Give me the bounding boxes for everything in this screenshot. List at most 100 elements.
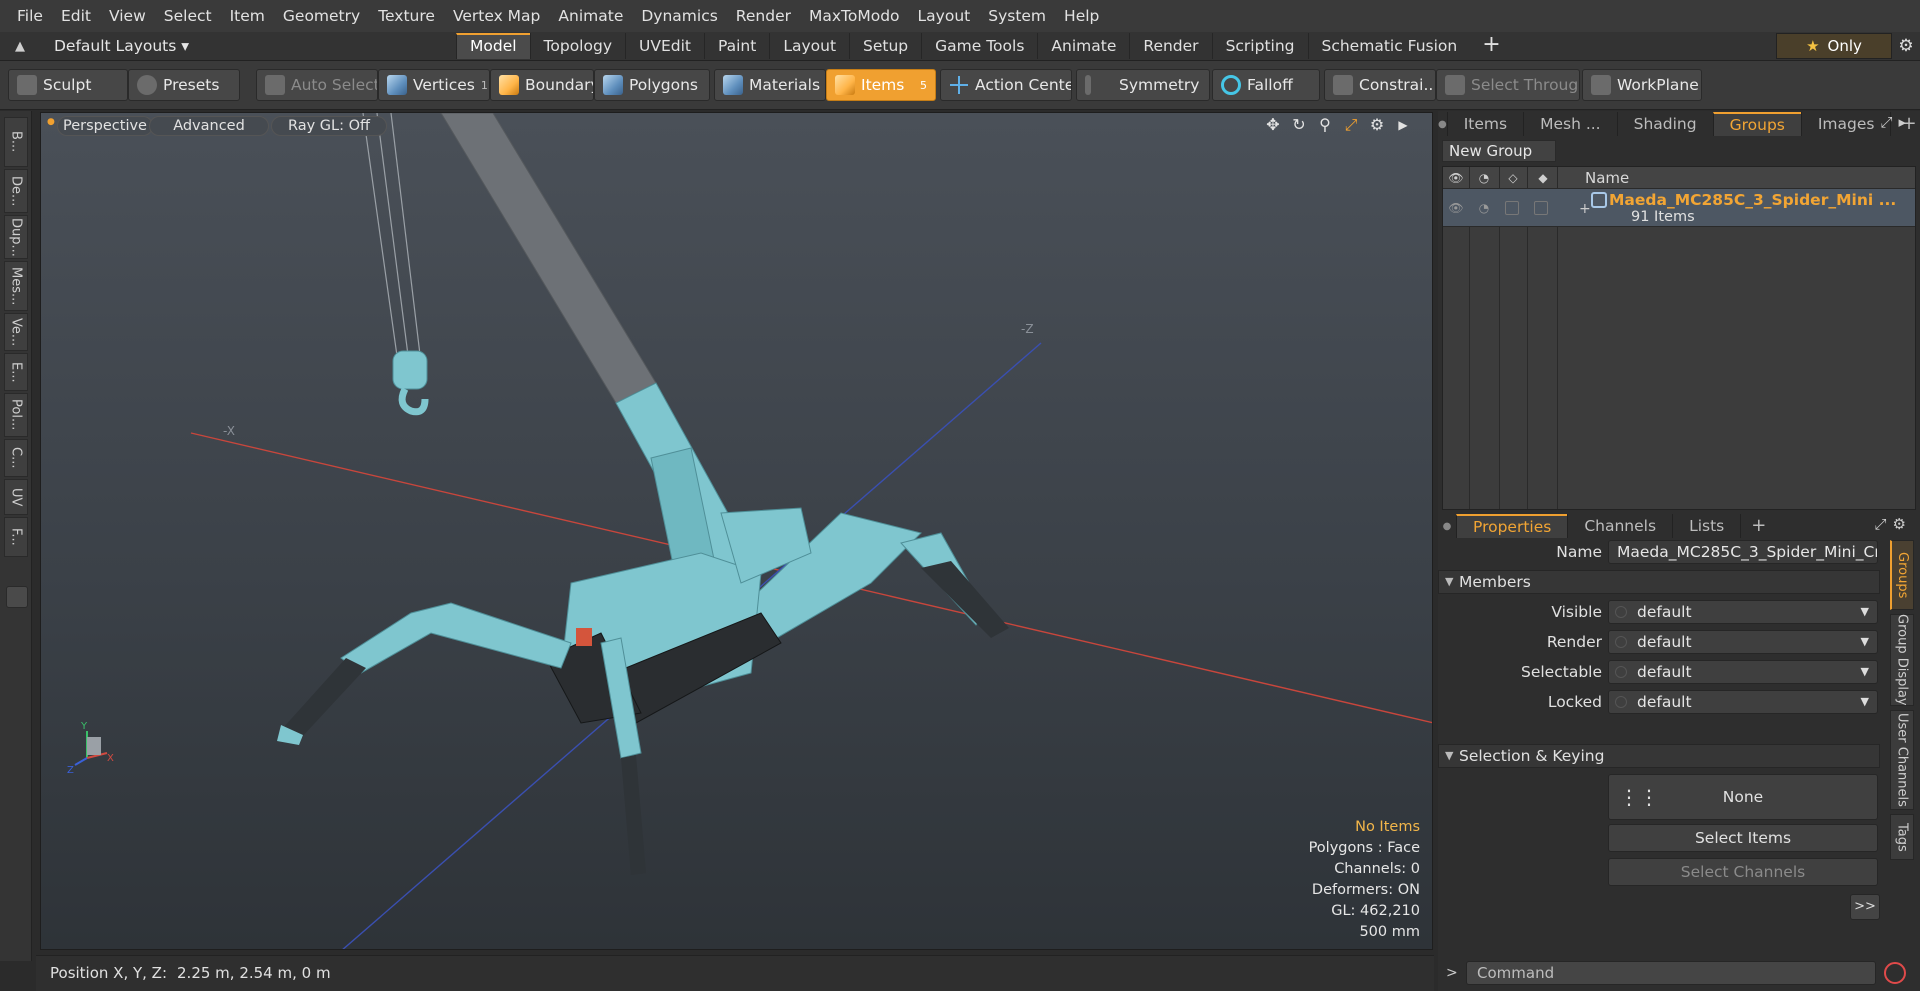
prop-dropdown-selectable[interactable]: default ▼ bbox=[1608, 660, 1878, 684]
prop-radio-icon[interactable] bbox=[1615, 636, 1627, 648]
vertices-button[interactable]: Vertices 1 bbox=[378, 69, 490, 101]
none-selection-button[interactable]: ⋮⋮ None bbox=[1608, 774, 1878, 820]
props-tab-channels[interactable]: Channels bbox=[1567, 514, 1672, 538]
polygons-button[interactable]: Polygons bbox=[594, 69, 710, 101]
visibility-eye-icon[interactable]: 👁 bbox=[1446, 169, 1466, 187]
group-row[interactable]: 👁 ◔ + Maeda_MC285C_3_Spider_Mini ... 91 … bbox=[1443, 189, 1915, 227]
action-center-button[interactable]: Action Center bbox=[940, 69, 1072, 101]
members-section[interactable]: ▼ Members bbox=[1438, 570, 1880, 594]
left-tab-2[interactable]: De... bbox=[4, 169, 28, 213]
prop-radio-icon[interactable] bbox=[1615, 666, 1627, 678]
more-button[interactable]: >> bbox=[1850, 894, 1880, 920]
menu-item-file[interactable]: File bbox=[8, 0, 52, 32]
tab-schematic-fusion[interactable]: Schematic Fusion bbox=[1307, 33, 1471, 59]
pan-icon[interactable]: ✥ bbox=[1263, 115, 1283, 135]
perspective-dropdown[interactable]: Perspective bbox=[57, 116, 153, 136]
collapse-arrow-icon[interactable]: ▲ bbox=[0, 39, 40, 54]
menu-item-item[interactable]: Item bbox=[221, 0, 274, 32]
menu-item-select[interactable]: Select bbox=[155, 0, 221, 32]
workplane-button[interactable]: WorkPlane bbox=[1582, 69, 1702, 101]
props-tab-properties[interactable]: Properties bbox=[1456, 514, 1568, 538]
boundary-button[interactable]: Boundary bbox=[490, 69, 594, 101]
panel-tab-groups[interactable]: Groups bbox=[1712, 112, 1801, 136]
menu-item-animate[interactable]: Animate bbox=[549, 0, 632, 32]
left-tab-1[interactable]: B... bbox=[4, 117, 28, 167]
panel-expand-icons[interactable]: ⤢▸ bbox=[1880, 113, 1912, 131]
menu-item-edit[interactable]: Edit bbox=[52, 0, 100, 32]
only-button[interactable]: ★ Only bbox=[1776, 33, 1892, 59]
selectable-cube-icon[interactable]: ◇ bbox=[1503, 169, 1523, 187]
falloff-button[interactable]: Falloff bbox=[1212, 69, 1320, 101]
tab-setup[interactable]: Setup bbox=[849, 33, 921, 59]
select-items-button[interactable]: Select Items bbox=[1608, 824, 1878, 852]
row-eye-icon[interactable]: 👁 bbox=[1446, 199, 1466, 217]
menu-item-view[interactable]: View bbox=[100, 0, 155, 32]
menu-item-layout[interactable]: Layout bbox=[909, 0, 980, 32]
side-tab-groups[interactable]: Groups bbox=[1890, 540, 1914, 610]
locked-cube-icon[interactable]: ◆ bbox=[1533, 169, 1553, 187]
rotate-icon[interactable]: ↻ bbox=[1289, 115, 1309, 135]
select-channels-button[interactable]: Select Channels bbox=[1608, 858, 1878, 886]
side-tab-tags[interactable]: Tags bbox=[1890, 814, 1914, 860]
left-tab-3[interactable]: Dup... bbox=[4, 215, 28, 259]
tab-render[interactable]: Render bbox=[1129, 33, 1211, 59]
left-tab-7[interactable]: Pol... bbox=[4, 393, 28, 437]
maximize-icon[interactable]: ⤢ bbox=[1341, 115, 1361, 135]
prop-dropdown-locked[interactable]: default ▼ bbox=[1608, 690, 1878, 714]
row-selectable-checkbox[interactable] bbox=[1505, 201, 1519, 215]
menu-item-dynamics[interactable]: Dynamics bbox=[632, 0, 726, 32]
tab-model[interactable]: Model bbox=[456, 33, 530, 59]
viewport-menu-dot-icon[interactable]: ● bbox=[47, 117, 55, 127]
stop-icon[interactable] bbox=[1884, 962, 1906, 984]
panel-tab-images[interactable]: Images bbox=[1800, 112, 1891, 136]
3d-viewport[interactable]: -X -Z Y X Z ● Perspective Advanced Ray G… bbox=[40, 112, 1433, 950]
tab-layout[interactable]: Layout bbox=[769, 33, 849, 59]
menu-item-vertex-map[interactable]: Vertex Map bbox=[444, 0, 549, 32]
prop-radio-icon[interactable] bbox=[1615, 696, 1627, 708]
prop-dropdown-render[interactable]: default ▼ bbox=[1608, 630, 1878, 654]
default-layouts-dropdown[interactable]: Default Layouts ▾ bbox=[40, 37, 250, 55]
new-group-button[interactable]: New Group bbox=[1442, 140, 1556, 162]
materials-button[interactable]: Materials bbox=[714, 69, 826, 101]
add-layout-tab-button[interactable]: + bbox=[1470, 32, 1512, 60]
tab-scripting[interactable]: Scripting bbox=[1211, 33, 1308, 59]
menu-item-render[interactable]: Render bbox=[727, 0, 800, 32]
left-tab-8[interactable]: C... bbox=[4, 439, 28, 477]
presets-button[interactable]: Presets bbox=[128, 69, 240, 101]
menu-item-maxtomodo[interactable]: MaxToModo bbox=[800, 0, 909, 32]
panel-tab-shading[interactable]: Shading bbox=[1616, 112, 1713, 136]
prop-dropdown-visible[interactable]: default ▼ bbox=[1608, 600, 1878, 624]
prop-radio-icon[interactable] bbox=[1615, 606, 1627, 618]
left-tab-4[interactable]: Mes... bbox=[4, 261, 28, 311]
row-render-icon[interactable]: ◔ bbox=[1474, 199, 1494, 217]
symmetry-button[interactable]: Symmetry bbox=[1076, 69, 1210, 101]
panel-tab-items[interactable]: Items bbox=[1446, 112, 1523, 136]
constraints-button[interactable]: Constrai... bbox=[1324, 69, 1436, 101]
panel-menu-dot-icon[interactable]: ● bbox=[1438, 119, 1447, 130]
selection-keying-section[interactable]: ▼ Selection & Keying bbox=[1438, 744, 1880, 768]
advanced-dropdown[interactable]: Advanced bbox=[149, 116, 269, 136]
tab-animate[interactable]: Animate bbox=[1037, 33, 1129, 59]
menu-item-geometry[interactable]: Geometry bbox=[274, 0, 369, 32]
zoom-icon[interactable]: ⚲ bbox=[1315, 115, 1335, 135]
expand-plus-icon[interactable]: + bbox=[1579, 201, 1591, 217]
menu-item-system[interactable]: System bbox=[979, 0, 1055, 32]
viewport-expand-icon[interactable]: ▶ bbox=[1393, 115, 1413, 135]
auto-select-button[interactable]: Auto Select bbox=[256, 69, 378, 101]
menu-item-texture[interactable]: Texture bbox=[369, 0, 444, 32]
left-panel-toggle[interactable] bbox=[6, 586, 28, 608]
items-button[interactable]: Items 5 bbox=[826, 69, 936, 101]
left-tab-5[interactable]: Ve... bbox=[4, 313, 28, 351]
side-tab-user-channels[interactable]: User Channels bbox=[1890, 710, 1914, 810]
left-tab-9[interactable]: UV bbox=[4, 479, 28, 515]
props-menu-dot-icon[interactable]: ● bbox=[1438, 521, 1456, 532]
select-through-button[interactable]: Select Through bbox=[1436, 69, 1580, 101]
group-list[interactable]: 👁 ◔ ◇ ◆ Name 👁 ◔ + Maeda_MC285C_3_Spider… bbox=[1442, 166, 1916, 510]
gear-icon[interactable]: ⚙ bbox=[1892, 32, 1920, 60]
group-name-field[interactable]: Maeda_MC285C_3_Spider_Mini_Crane bbox=[1608, 540, 1878, 564]
side-tab-group-display[interactable]: Group Display bbox=[1890, 614, 1914, 706]
tab-paint[interactable]: Paint bbox=[703, 33, 769, 59]
name-column-header[interactable]: Name bbox=[1585, 167, 1629, 189]
tab-uvedit[interactable]: UVEdit bbox=[625, 33, 704, 59]
sculpt-button[interactable]: Sculpt bbox=[8, 69, 128, 101]
